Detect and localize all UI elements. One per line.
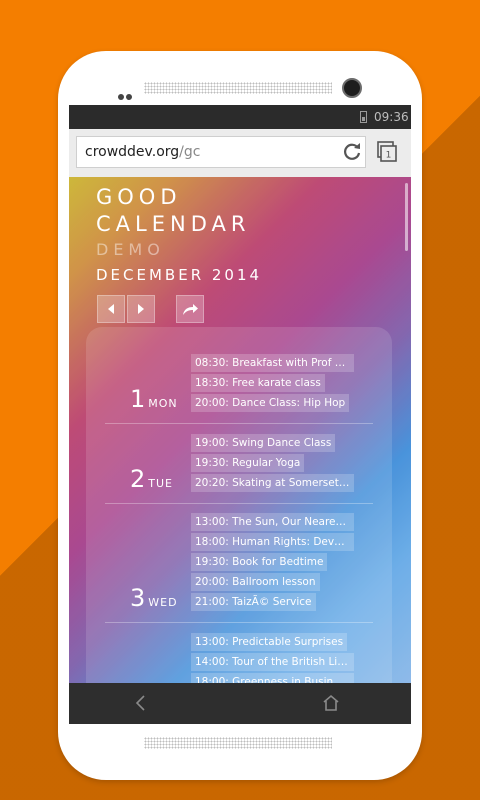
- title-line-1: GOOD: [96, 185, 182, 209]
- android-nav-bar: [69, 683, 411, 724]
- front-camera: [342, 78, 362, 98]
- home-icon[interactable]: [321, 693, 341, 713]
- event-item[interactable]: 19:30: Book for Bedtime: [191, 553, 328, 571]
- share-button[interactable]: [176, 295, 204, 323]
- event-item[interactable]: 13:00: The Sun, Our Nearest ...: [191, 513, 354, 531]
- calendar-page[interactable]: GOOD CALENDAR DEMO DECEMBER 2014 08:30: …: [69, 177, 411, 683]
- event-item[interactable]: 20:00: Dance Class: Hip Hop: [191, 394, 350, 412]
- day-number: 1: [130, 385, 146, 413]
- month-label: DECEMBER 2014: [96, 266, 263, 284]
- event-item[interactable]: 18:00: Greenness in Business...: [191, 673, 354, 683]
- status-time: 09:36: [374, 110, 409, 124]
- event-item[interactable]: 19:00: Swing Dance Class: [191, 434, 336, 452]
- chevron-left-icon: [108, 304, 114, 314]
- scrollbar[interactable]: [405, 183, 408, 251]
- event-item[interactable]: 08:30: Breakfast with Prof Pa...: [191, 354, 354, 372]
- day-divider: [105, 503, 373, 504]
- day-number: 2: [130, 465, 146, 493]
- tabs-count: 1: [386, 151, 392, 161]
- url-text[interactable]: crowddev.org/gc: [85, 144, 200, 160]
- event-item[interactable]: 20:20: Skating at Somerset H...: [191, 474, 354, 492]
- prev-month-button[interactable]: [97, 295, 125, 323]
- day-divider: [105, 423, 373, 424]
- event-item[interactable]: 14:00: Tour of the British Libr...: [191, 653, 354, 671]
- next-month-button[interactable]: [127, 295, 155, 323]
- day-name: WED: [148, 596, 178, 609]
- title-line-2: CALENDAR: [96, 212, 251, 236]
- day-name: MON: [148, 397, 178, 410]
- event-item[interactable]: 21:00: TaizÃ© Service: [191, 593, 316, 611]
- url-bar[interactable]: crowddev.org/gc: [76, 136, 366, 168]
- day-label: 2 TUE: [130, 465, 173, 493]
- earpiece-grille: [144, 82, 332, 94]
- day-name: TUE: [148, 477, 174, 490]
- event-item[interactable]: 13:00: Predictable Surprises: [191, 633, 348, 651]
- speaker-grille: [144, 737, 332, 749]
- event-item[interactable]: 18:30: Free karate class: [191, 374, 325, 392]
- url-path: /gc: [179, 144, 201, 160]
- chevron-right-icon: [138, 304, 144, 314]
- day-label: 1 MON: [130, 385, 178, 413]
- phone-screen: 09:36 crowddev.org/gc 1 GOOD CALENDAR DE…: [69, 105, 411, 724]
- url-host: crowddev.org: [85, 144, 180, 160]
- event-item[interactable]: 18:00: Human Rights: Develo...: [191, 533, 354, 551]
- sensor-dots: [118, 85, 134, 104]
- calendar-title: GOOD CALENDAR: [96, 184, 250, 238]
- day-divider: [105, 622, 373, 623]
- tabs-icon[interactable]: 1: [376, 141, 398, 163]
- share-icon: [183, 304, 198, 315]
- event-item[interactable]: 20:00: Ballroom lesson: [191, 573, 320, 591]
- browser-toolbar: crowddev.org/gc 1: [69, 129, 411, 177]
- status-bar: 09:36: [69, 105, 411, 129]
- back-icon[interactable]: [132, 694, 150, 712]
- day-number: 3: [130, 584, 146, 612]
- calendar-card: 08:30: Breakfast with Prof Pa... 18:30: …: [86, 327, 392, 683]
- battery-icon: [360, 111, 367, 123]
- day-label: 3 WED: [130, 584, 178, 612]
- event-item[interactable]: 19:30: Regular Yoga: [191, 454, 305, 472]
- reload-icon[interactable]: [340, 140, 364, 164]
- calendar-subtitle: DEMO: [96, 240, 165, 259]
